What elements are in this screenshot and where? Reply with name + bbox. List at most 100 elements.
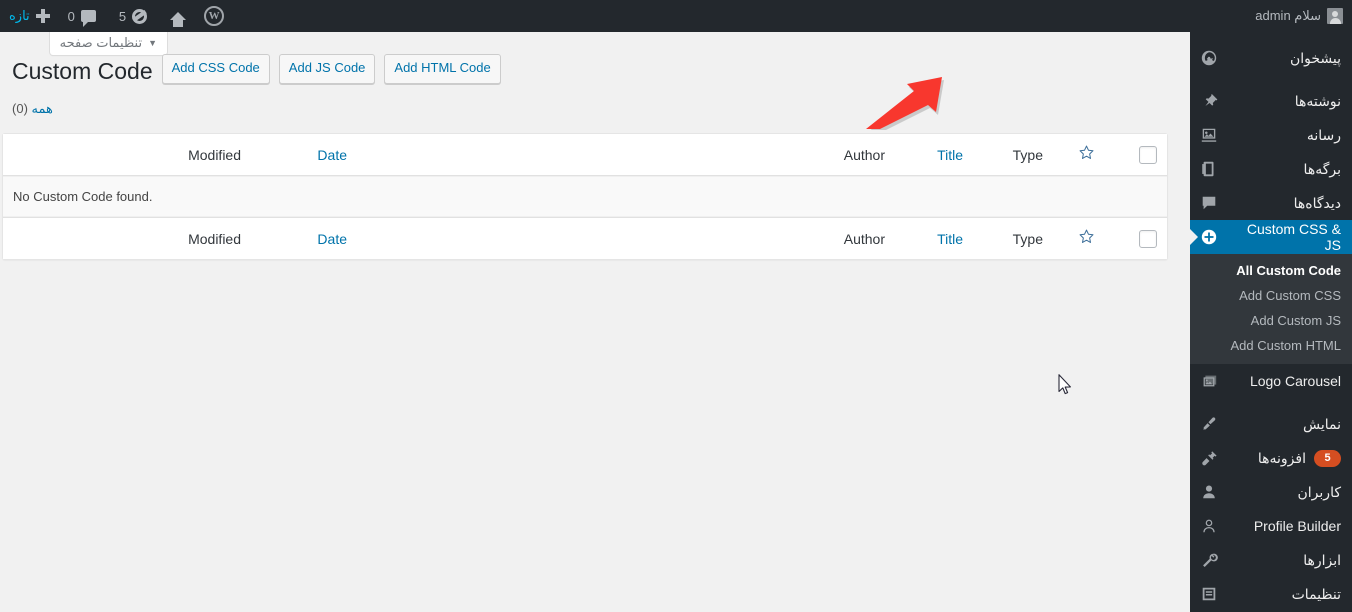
menu-spacer [1190, 398, 1352, 407]
filter-all[interactable]: همه (0) [12, 96, 1168, 122]
sidebar-item-label: افزونه‌ها [1257, 449, 1306, 466]
sidebar-item-plugins[interactable]: 5 افزونه‌ها [1190, 441, 1352, 475]
add-html-code-button[interactable]: Add HTML Code [384, 54, 501, 84]
plugins-update-badge: 5 [1314, 449, 1341, 467]
updates-icon [132, 8, 148, 24]
images-icon [1199, 371, 1219, 391]
filter-all-label: همه [31, 101, 53, 116]
menu-spacer [1190, 75, 1352, 84]
table-foot: Type Title Author Date Modified [3, 217, 1167, 260]
favorite-column-footer [1053, 217, 1105, 260]
filter-all-count: (0) [12, 101, 28, 116]
sidebar-item-tools[interactable]: ابزارها [1190, 543, 1352, 577]
admin-bar-site-home[interactable] [161, 0, 195, 32]
date-column-sort-link-footer[interactable]: Date [317, 231, 347, 247]
avatar [1327, 8, 1343, 24]
settings-icon [1199, 584, 1219, 604]
updates-count: 5 [118, 8, 127, 24]
select-all-checkbox[interactable] [1139, 146, 1157, 165]
admin-bar: سلام admin 5 0 تازه [0, 0, 1352, 32]
title-column-header[interactable]: Title [895, 134, 973, 177]
submenu-custom-css-js: All Custom Code Add Custom CSS Add Custo… [1190, 254, 1352, 364]
filter-all-link[interactable]: همه [32, 101, 53, 116]
title-column-sort-link[interactable]: Title [937, 147, 963, 163]
posts-pin-icon [1199, 91, 1219, 111]
sidebar-item-label: رسانه [1306, 126, 1341, 143]
add-js-code-button[interactable]: Add JS Code [278, 54, 376, 84]
comments-icon [1199, 193, 1219, 213]
sidebar-item-media[interactable]: رسانه [1190, 118, 1352, 152]
plugins-plug-icon [1199, 448, 1219, 468]
appearance-brush-icon [1199, 414, 1219, 434]
admin-bar-greeting: سلام admin [1255, 8, 1321, 23]
star-icon[interactable] [1078, 228, 1095, 247]
sidebar-item-label: نمایش [1302, 415, 1341, 432]
custom-code-table: Type Title Author Date Modified .No Cust… [2, 133, 1168, 261]
sidebar-item-logo-carousel[interactable]: Logo Carousel [1190, 364, 1352, 398]
add-css-code-button[interactable]: Add CSS Code [161, 54, 270, 84]
sidebar-item-posts[interactable]: نوشته‌ها [1190, 84, 1352, 118]
plus-circle-icon [1199, 227, 1219, 247]
home-icon [170, 12, 187, 27]
comment-bubble-icon [80, 10, 96, 27]
admin-sidebar-menu: پیشخوان نوشته‌ها رسانه برگه‌ها دیدگاه‌ها… [1190, 32, 1352, 612]
type-column-header: Type [973, 134, 1053, 177]
media-icon [1199, 125, 1219, 145]
profile-icon [1199, 516, 1219, 536]
sidebar-item-settings[interactable]: تنظیمات [1190, 577, 1352, 611]
submenu-item-add-custom-html[interactable]: Add Custom HTML [1190, 333, 1352, 358]
page-wrap: Custom Code Add CSS Code Add JS Code Add… [0, 32, 1190, 261]
pages-icon [1199, 159, 1219, 179]
title-column-sort-link-footer[interactable]: Title [937, 231, 963, 247]
menu-spacer [1190, 32, 1352, 41]
tools-wrench-icon [1199, 550, 1219, 570]
wordpress-logo-icon [204, 6, 225, 26]
favorite-column-header [1053, 134, 1105, 177]
table-body: .No Custom Code found [3, 176, 1167, 218]
sidebar-item-label: تنظیمات [1291, 585, 1341, 602]
admin-bar-right-group: 5 0 تازه [0, 0, 233, 32]
sidebar-item-dashboard[interactable]: پیشخوان [1190, 41, 1352, 75]
sidebar-item-label: نوشته‌ها [1294, 92, 1341, 109]
sidebar-item-label: کاربران [1297, 483, 1341, 500]
comments-count: 0 [67, 8, 75, 24]
select-all-footer[interactable] [1105, 217, 1167, 260]
admin-bar-updates[interactable]: 5 [105, 0, 161, 32]
submenu-item-add-custom-css[interactable]: Add Custom CSS [1190, 283, 1352, 308]
new-content-label: تازه [9, 8, 30, 23]
select-all-checkbox-footer[interactable] [1139, 230, 1157, 249]
sidebar-item-pages[interactable]: برگه‌ها [1190, 152, 1352, 186]
star-icon[interactable] [1078, 144, 1095, 163]
filter-links: همه (0) [12, 96, 1168, 122]
select-all-header[interactable] [1105, 134, 1167, 177]
page-title: Custom Code [12, 58, 153, 84]
sidebar-item-profile-builder[interactable]: Profile Builder [1190, 509, 1352, 543]
date-column-header[interactable]: Date [251, 134, 357, 177]
sidebar-item-label: برگه‌ها [1303, 160, 1341, 177]
content-area: ▼ تنظیمات صفحه Custom Code Add CSS Code … [0, 32, 1190, 612]
title-column-footer[interactable]: Title [895, 217, 973, 260]
sidebar-item-comments[interactable]: دیدگاه‌ها [1190, 186, 1352, 220]
no-items-message: .No Custom Code found [3, 176, 1167, 218]
sidebar-item-label: پیشخوان [1289, 49, 1341, 66]
type-column-footer: Type [973, 217, 1053, 260]
admin-bar-comments[interactable]: 0 [59, 0, 105, 32]
submenu-item-all-custom-code[interactable]: All Custom Code [1190, 258, 1352, 283]
sidebar-item-users[interactable]: کاربران [1190, 475, 1352, 509]
admin-bar-my-account[interactable]: سلام admin [1246, 0, 1352, 32]
sidebar-item-label: Custom CSS & JS [1246, 221, 1341, 253]
date-column-sort-link[interactable]: Date [317, 147, 347, 163]
sidebar-item-label: ابزارها [1303, 551, 1341, 568]
admin-bar-new-content[interactable]: تازه [0, 0, 59, 32]
author-column-footer: Author [357, 217, 895, 260]
submenu-item-add-custom-js[interactable]: Add Custom JS [1190, 308, 1352, 333]
table-empty-row: .No Custom Code found [3, 176, 1167, 218]
date-column-footer[interactable]: Date [251, 217, 357, 260]
table-head: Type Title Author Date Modified [3, 134, 1167, 177]
plus-icon [35, 9, 50, 23]
admin-bar-wp-logo[interactable] [195, 0, 233, 32]
users-icon [1199, 482, 1219, 502]
author-column-header: Author [357, 134, 895, 177]
sidebar-item-custom-css-js[interactable]: Custom CSS & JS [1190, 220, 1352, 254]
sidebar-item-appearance[interactable]: نمایش [1190, 407, 1352, 441]
